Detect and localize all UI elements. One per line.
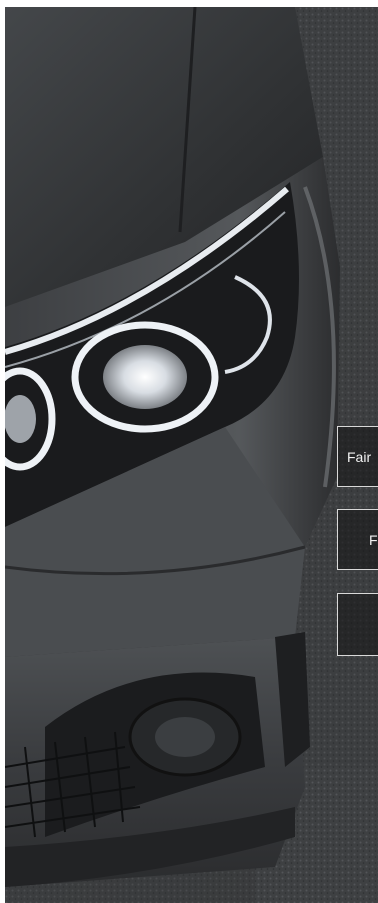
side-menu-item-3[interactable] [337, 593, 378, 656]
side-menu-item-2-label: F [369, 531, 378, 548]
hero-image [5, 7, 378, 903]
page: Fair F [0, 0, 378, 903]
car-headlight-illustration [5, 7, 378, 903]
side-menu-item-1[interactable]: Fair [337, 426, 378, 487]
side-menu-item-1-label: Fair [347, 448, 372, 465]
side-menu-item-2[interactable]: F [337, 509, 378, 570]
